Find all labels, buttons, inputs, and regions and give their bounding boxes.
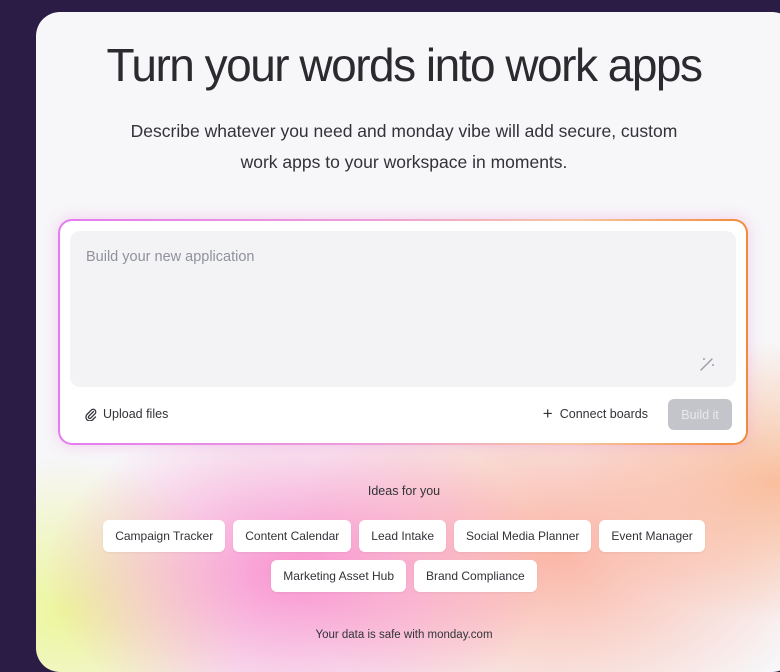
app-prompt-input[interactable] bbox=[70, 231, 736, 387]
plus-icon: + bbox=[542, 404, 553, 423]
subtitle-line-1: Describe whatever you need and monday vi… bbox=[130, 121, 678, 141]
main-card: Turn your words into work apps Describe … bbox=[36, 12, 780, 672]
data-safety-note: Your data is safe with monday.com bbox=[315, 629, 493, 641]
paperclip-icon bbox=[85, 408, 97, 421]
connect-boards-label: Connect boards bbox=[559, 407, 648, 421]
magic-pen-icon[interactable] bbox=[698, 355, 716, 373]
page-title: Turn your words into work apps bbox=[106, 39, 703, 91]
idea-chip-campaign-tracker[interactable]: Campaign Tracker bbox=[103, 520, 226, 552]
idea-chip-marketing-asset-hub[interactable]: Marketing Asset Hub bbox=[271, 560, 406, 592]
upload-files-label: Upload files bbox=[103, 407, 169, 421]
idea-chips: Campaign Tracker Content Calendar Lead I… bbox=[96, 520, 712, 592]
idea-chip-social-media-planner[interactable]: Social Media Planner bbox=[454, 520, 592, 552]
ideas-heading: Ideas for you bbox=[367, 484, 441, 498]
connect-boards-button[interactable]: + Connect boards bbox=[542, 404, 648, 423]
build-it-button[interactable]: Build it bbox=[668, 399, 732, 430]
idea-chip-content-calendar[interactable]: Content Calendar bbox=[233, 520, 352, 552]
app-prompt-composer: Upload files + Connect boards Build it bbox=[58, 219, 748, 445]
idea-chip-brand-compliance[interactable]: Brand Compliance bbox=[414, 560, 537, 592]
upload-files-button[interactable]: Upload files bbox=[84, 407, 168, 421]
subtitle-line-2: work apps to your workspace in moments. bbox=[240, 152, 568, 172]
idea-chip-event-manager[interactable]: Event Manager bbox=[599, 520, 705, 552]
page-subtitle: Describe whatever you need and monday vi… bbox=[36, 116, 772, 178]
composer-body: Upload files + Connect boards Build it bbox=[60, 221, 746, 443]
idea-chip-lead-intake[interactable]: Lead Intake bbox=[359, 520, 447, 552]
